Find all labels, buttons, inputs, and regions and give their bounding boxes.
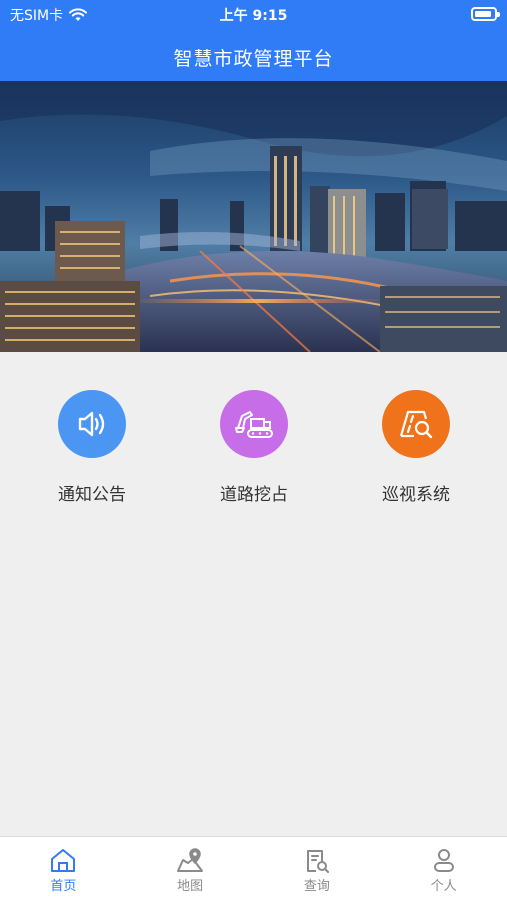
road-inspect-icon — [382, 390, 450, 458]
tab-map[interactable]: 地图 — [127, 837, 254, 900]
map-icon — [177, 848, 204, 872]
status-time: 上午 9:15 — [219, 8, 288, 24]
menu-item-road-occupation[interactable]: 道路挖占 — [179, 390, 329, 510]
tab-label-map: 地图 — [177, 879, 204, 894]
tab-label-profile: 个人 — [430, 879, 457, 894]
tab-home[interactable]: 首页 — [0, 837, 127, 900]
menu-label-inspection: 巡视系统 — [382, 485, 450, 505]
tab-profile[interactable]: 个人 — [380, 837, 507, 900]
home-icon — [51, 849, 76, 872]
person-icon — [433, 849, 454, 872]
tab-label-home: 首页 — [50, 879, 77, 894]
speaker-icon — [58, 390, 126, 458]
menu-item-inspection[interactable]: 巡视系统 — [341, 390, 491, 510]
battery-icon — [471, 7, 500, 21]
excavator-icon — [220, 390, 288, 458]
tab-bar: 首页 地图 查询 个人 — [0, 836, 507, 900]
nav-bar: 智慧市政管理平台 — [0, 30, 507, 81]
banner-image — [0, 81, 507, 352]
tab-query[interactable]: 查询 — [254, 837, 381, 900]
city-skyline-illustration — [0, 81, 507, 352]
tab-label-query: 查询 — [303, 879, 330, 894]
page-title: 智慧市政管理平台 — [173, 48, 334, 70]
status-bar: 无SIM卡 上午 9:15 — [0, 0, 507, 30]
menu-item-notice[interactable]: 通知公告 — [17, 390, 167, 510]
menu-label-road-occupation: 道路挖占 — [220, 485, 288, 505]
function-grid: 通知公告 道路挖占 巡视系统 — [0, 390, 507, 520]
battery-level — [475, 11, 491, 17]
menu-label-notice: 通知公告 — [58, 485, 126, 505]
search-doc-icon — [306, 850, 329, 873]
